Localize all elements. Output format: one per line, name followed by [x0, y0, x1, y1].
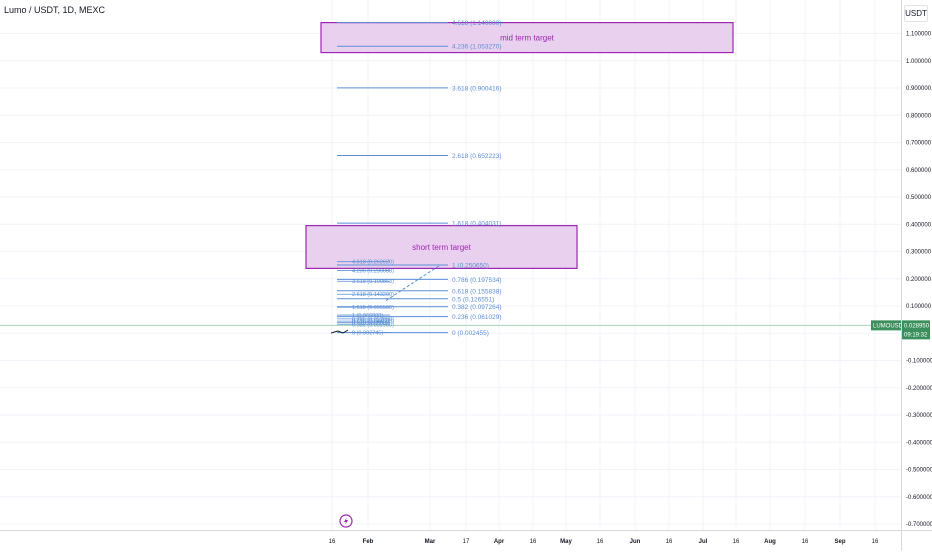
- x-tick-label: 16: [872, 539, 879, 545]
- x-tick-label: Sep: [834, 539, 845, 545]
- y-tick-label: -0.700000: [906, 522, 932, 528]
- fib-level-label-secondary: 0 (0.002745): [352, 331, 383, 337]
- fib-level-label: 1 (0.250650): [452, 262, 489, 269]
- currency-button[interactable]: USDT: [904, 5, 928, 22]
- time-scale-canvas: 16 Feb Mar 17 Apr 16 May 16 Jun 16 Jul 16 Aug 16 Sep 16: [329, 539, 879, 545]
- fib-level-label: 2.618 (0.652223): [452, 153, 502, 160]
- x-tick-label: 16: [597, 539, 604, 545]
- x-tick-label: 17: [463, 539, 470, 545]
- x-tick-label: Jul: [699, 539, 708, 545]
- fib-level-label: 4.618 (1.140000): [452, 20, 502, 27]
- y-tick-label: -0.300000: [906, 413, 932, 419]
- fib-level-label: 0 (0.002455): [452, 330, 489, 337]
- x-tick-label: Feb: [363, 539, 374, 545]
- price-scale[interactable]: 1.100000 1.000000 0.900000 0.800000 0.700000…: [901, 0, 932, 530]
- y-tick-label: 0.300000: [906, 250, 932, 256]
- target-zone-label: short term target: [412, 243, 471, 252]
- x-tick-label: 16: [733, 539, 740, 545]
- fib-level-label: 1.618 (0.404031): [452, 221, 502, 228]
- y-tick-label: 0.500000: [906, 195, 932, 201]
- fib-level-label-secondary: 4.236 (0.230088): [352, 269, 394, 275]
- fib-level-label: 0.236 (0.061029): [452, 314, 502, 321]
- chart-title: Lumo / USDT, 1D, MEXC: [4, 5, 106, 15]
- symbol-tag-label: LUMOUSDT: [873, 323, 901, 329]
- x-tick-label: Apr: [494, 539, 505, 545]
- fib-level-label: 3.618 (0.900416): [452, 85, 502, 92]
- x-tick-label: 16: [530, 539, 537, 545]
- fib-level-label: 0.382 (0.097264): [452, 304, 502, 311]
- y-tick-label: -0.600000: [906, 495, 932, 501]
- chart-pane[interactable]: mid term target short term target 4.618 (1…: [0, 0, 901, 530]
- y-tick-label: 0.400000: [906, 222, 932, 228]
- time-scale[interactable]: 16 Feb Mar 17 Apr 16 May 16 Jun 16 Jul 16 Aug 16 Sep 16: [0, 530, 901, 551]
- y-tick-label: 0.900000: [906, 86, 932, 92]
- x-tick-label: May: [560, 539, 572, 545]
- last-price-value: 0.028950: [904, 323, 930, 329]
- x-tick-label: 16: [802, 539, 809, 545]
- y-tick-label: 0.100000: [906, 304, 932, 310]
- y-tick-label: -0.500000: [906, 468, 932, 474]
- x-tick-label: 16: [329, 539, 336, 545]
- fib-level-label-secondary: 0.382 (0.032900): [352, 322, 394, 328]
- x-tick-label: 16: [666, 539, 673, 545]
- fib-level-label-secondary: 1.618 (0.095500): [352, 305, 394, 311]
- target-zone-label: mid term target: [500, 34, 555, 43]
- fib-level-label-secondary: 2.618 (0.143200): [352, 292, 394, 298]
- fib-level-label: 4.236 (1.053270): [452, 44, 502, 51]
- countdown-value: 09:19:32: [904, 332, 928, 338]
- fib-level-label: 0.5 (0.126551): [452, 296, 494, 303]
- y-tick-label: -0.400000: [906, 440, 932, 446]
- y-tick-label: 1.000000: [906, 59, 932, 65]
- lightning-icon[interactable]: [339, 514, 353, 528]
- y-tick-label: 0.700000: [906, 141, 932, 147]
- fib-level-label-secondary: 3.618 (0.190863): [352, 279, 394, 285]
- y-tick-label: 0.800000: [906, 113, 932, 119]
- fib-level-label-secondary: 4.618 (0.262620): [352, 260, 394, 266]
- x-tick-label: Aug: [764, 539, 776, 545]
- scale-corner: [901, 530, 932, 551]
- y-tick-label: 1.100000: [906, 32, 932, 38]
- x-tick-label: Mar: [425, 539, 436, 545]
- y-tick-label: 0.200000: [906, 277, 932, 283]
- x-tick-label: Jun: [630, 539, 641, 545]
- fib-level-label: 0.618 (0.155838): [452, 288, 502, 295]
- fib-level-label: 0.786 (0.197534): [452, 277, 502, 284]
- chart-canvas[interactable]: mid term target short term target 4.618 (1…: [0, 0, 901, 530]
- y-tick-label: -0.200000: [906, 386, 932, 392]
- trend-line[interactable]: [385, 264, 441, 301]
- price-scale-canvas: 1.100000 1.000000 0.900000 0.800000 0.700000…: [902, 32, 932, 528]
- y-tick-label: -0.100000: [906, 359, 932, 365]
- y-tick-label: 0.600000: [906, 168, 932, 174]
